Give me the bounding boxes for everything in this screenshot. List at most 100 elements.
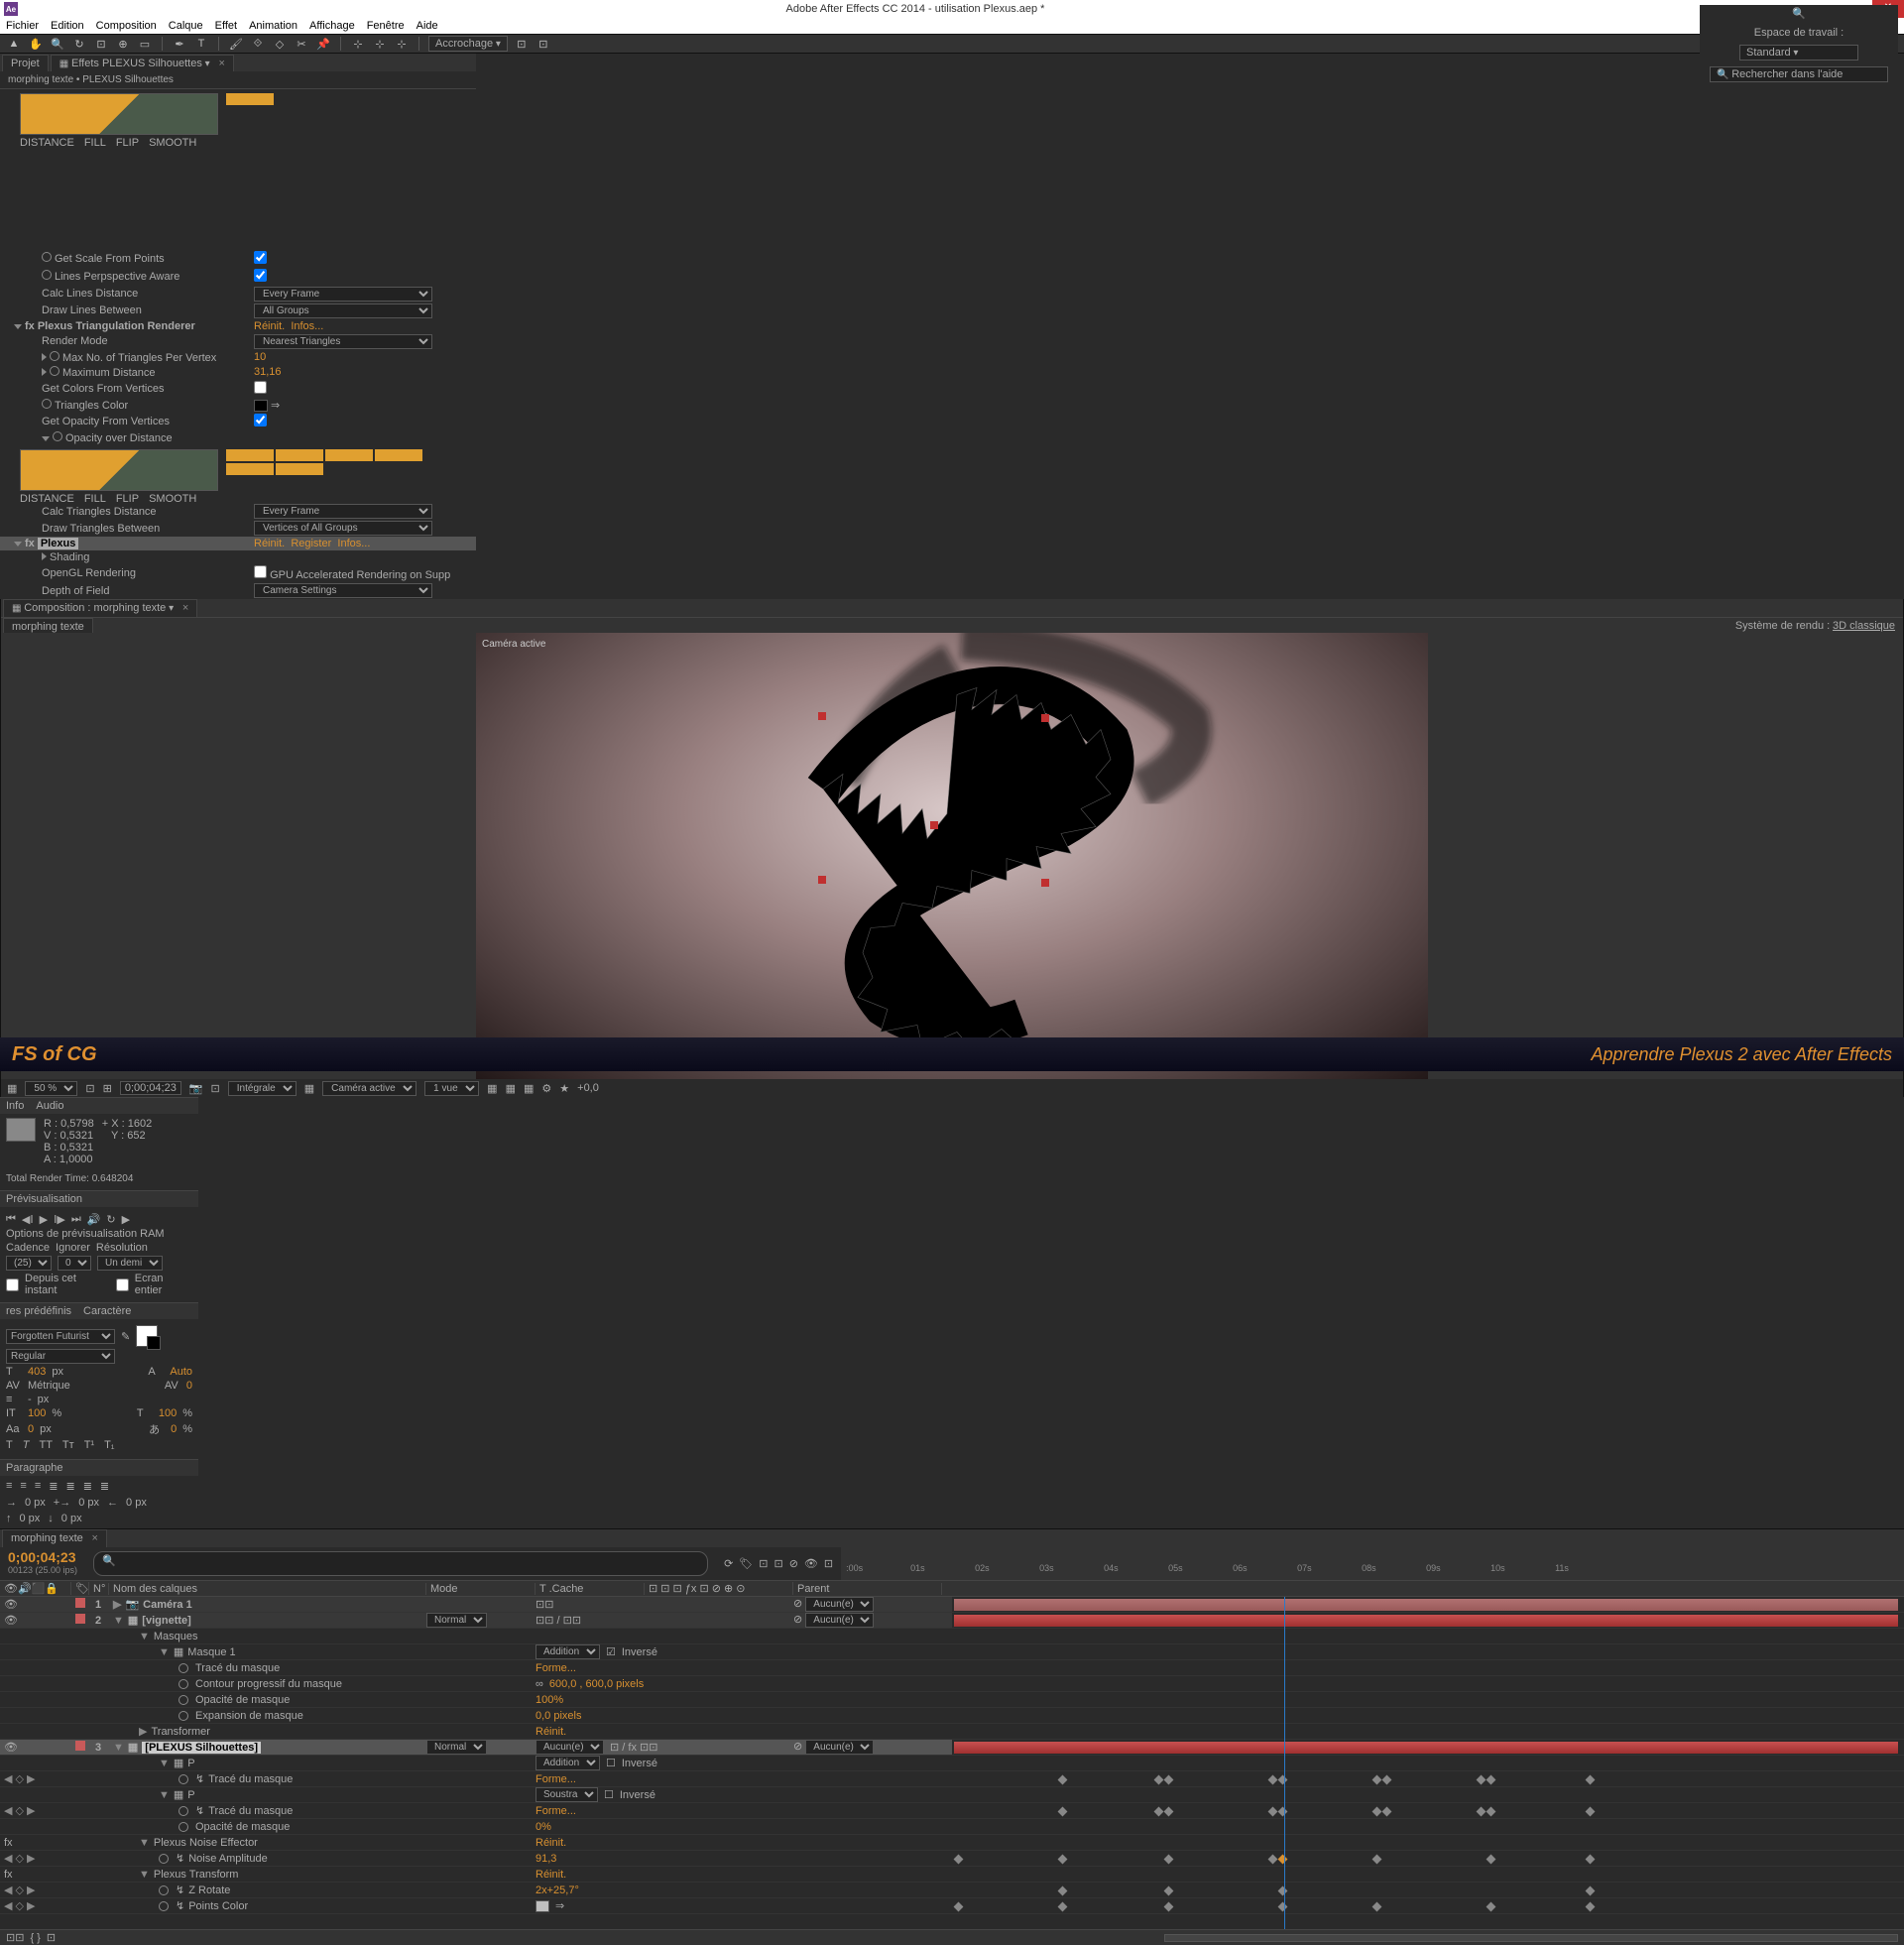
align-center-icon[interactable]: ≡ <box>20 1480 26 1493</box>
resolution-select[interactable]: Un demi <box>97 1256 163 1271</box>
toggle-icon[interactable]: ▦ <box>304 1082 314 1095</box>
toggle-icon[interactable]: ⊡ <box>47 1931 56 1944</box>
timeline-search[interactable]: 🔍 <box>93 1551 708 1576</box>
prop-noise-amp[interactable]: ◀ ◇ ▶↯ Noise Amplitude91,3 <box>0 1851 952 1867</box>
prop-render-mode[interactable]: Render Mode <box>42 335 108 347</box>
justify-left-icon[interactable]: ≣ <box>49 1480 58 1493</box>
snap-opt2-icon[interactable]: ⊡ <box>536 36 551 52</box>
prev-frame-icon[interactable]: ◀Ⅰ <box>22 1213 34 1226</box>
last-frame-icon[interactable]: ⏭ <box>71 1213 81 1226</box>
font-select[interactable]: Forgotten Futurist <box>6 1329 115 1344</box>
axis-view-icon[interactable]: ⊹ <box>394 36 410 52</box>
anchor-tool-icon[interactable]: ⊕ <box>115 36 131 52</box>
prop-opmask2[interactable]: Opacité de masque0% <box>0 1819 952 1835</box>
tl-icon[interactable]: ⊘ <box>789 1557 798 1570</box>
tl-icon[interactable]: ⊡ <box>774 1557 782 1570</box>
chk-ecran[interactable] <box>116 1278 129 1291</box>
italic-icon[interactable]: T <box>23 1439 30 1451</box>
brush-tool-icon[interactable]: 🖌 <box>228 36 244 52</box>
sel-draw-lines[interactable]: All Groups <box>254 304 432 318</box>
space-after-value[interactable]: 0 px <box>61 1513 82 1524</box>
link-reinit[interactable]: Réinit. <box>254 320 285 332</box>
sel-calc-tri[interactable]: Every Frame <box>254 504 432 519</box>
fill-stroke-swatch[interactable] <box>136 1325 158 1347</box>
cadence-select[interactable]: (25) <box>6 1256 52 1271</box>
font-size-value[interactable]: 403 <box>28 1366 46 1378</box>
next-frame-icon[interactable]: Ⅰ▶ <box>54 1213 65 1226</box>
tl-icon[interactable]: ⊡ <box>759 1557 768 1570</box>
menu-affichage[interactable]: Affichage <box>309 20 355 32</box>
search-help-icon[interactable]: 🔍 <box>1791 5 1807 21</box>
vopt-icon[interactable]: ★ <box>559 1082 569 1095</box>
tab-composition[interactable]: ▦ Composition : morphing texte ▾ × <box>3 599 197 617</box>
menu-fenetre[interactable]: Fenêtre <box>367 20 405 32</box>
play-icon[interactable]: ▶ <box>40 1213 48 1226</box>
channel-icon[interactable]: ⊡ <box>211 1082 220 1095</box>
ignore-select[interactable]: 0 <box>58 1256 91 1271</box>
menu-aide[interactable]: Aide <box>416 20 438 32</box>
prop-points-color[interactable]: ◀ ◇ ▶↯ Points Color ⇒ <box>0 1898 952 1914</box>
prop-get-opacity[interactable]: Get Opacity From Vertices <box>42 416 170 427</box>
ram-preview-icon[interactable]: ▶ <box>122 1213 130 1226</box>
prop-tri-color[interactable]: Triangles Color <box>55 400 128 412</box>
vscale-value[interactable]: 100 <box>28 1407 46 1419</box>
composition-viewer[interactable]: Caméra active <box>1 633 1903 1079</box>
hscale-value[interactable]: 100 <box>159 1407 177 1419</box>
prop-masque1[interactable]: ▼▦ Masque 1Addition ☑ Inversé <box>0 1644 952 1660</box>
tab-effets[interactable]: ▦ Effets PLEXUS Silhouettes ▾ × <box>51 55 234 71</box>
graph-presets-2[interactable] <box>226 449 456 499</box>
hand-tool-icon[interactable]: ✋ <box>28 36 44 52</box>
opacity-graph[interactable] <box>20 93 218 135</box>
prop-draw-tri[interactable]: Draw Triangles Between <box>42 523 160 535</box>
chk-gpu[interactable] <box>254 565 267 578</box>
layer-plexus[interactable]: 👁3▼▦ [PLEXUS Silhouettes]NormalAucun(e) … <box>0 1740 952 1756</box>
workspace-dropdown[interactable]: Standard ▾ <box>1739 45 1858 61</box>
axis-local-icon[interactable]: ⊹ <box>350 36 366 52</box>
kerning-value[interactable]: Métrique <box>28 1380 70 1392</box>
snapshot-icon[interactable]: 📷 <box>189 1082 203 1095</box>
tl-icon[interactable]: ⟳ <box>724 1557 733 1570</box>
indent-first-value[interactable]: 0 px <box>78 1497 99 1509</box>
prop-trace[interactable]: Tracé du masqueForme... <box>0 1660 952 1676</box>
chk-get-opacity[interactable] <box>254 414 267 426</box>
puppet-tool-icon[interactable]: 📌 <box>315 36 331 52</box>
toggle-switches-icon[interactable]: ⊡⊡ <box>6 1931 24 1944</box>
tab-audio[interactable]: Audio <box>36 1100 63 1112</box>
chk-depuis[interactable] <box>6 1278 19 1291</box>
zoom-select[interactable]: 50 % <box>25 1081 77 1096</box>
prop-contour[interactable]: Contour progressif du masque∞ 600,0 , 60… <box>0 1676 952 1692</box>
anchor-point[interactable] <box>1041 879 1049 887</box>
loop-icon[interactable]: ↻ <box>106 1213 115 1226</box>
chk-get-colors[interactable] <box>254 381 267 394</box>
tab-projet[interactable]: Projet <box>2 55 49 71</box>
prop-mask-p1[interactable]: ▼▦ PAddition ☐ Inversé <box>0 1756 952 1771</box>
menu-calque[interactable]: Calque <box>169 20 203 32</box>
exposure-value[interactable]: +0,0 <box>577 1082 599 1094</box>
help-search-input[interactable]: 🔍 Rechercher dans l'aide <box>1710 66 1888 82</box>
tab-character[interactable]: Caractère <box>83 1305 131 1317</box>
snap-opt1-icon[interactable]: ⊡ <box>514 36 530 52</box>
link-register[interactable]: Register <box>291 538 331 549</box>
bold-icon[interactable]: T <box>6 1439 13 1451</box>
layer-vignette[interactable]: 👁2▼▦ [vignette]Normal⊡⊡ / ⊡⊡⊘ Aucun(e) <box>0 1613 952 1629</box>
prop-opmask[interactable]: Opacité de masque100% <box>0 1692 952 1708</box>
font-style-select[interactable]: Regular <box>6 1349 115 1364</box>
pen-tool-icon[interactable]: ✒ <box>172 36 187 52</box>
text-tool-icon[interactable]: T <box>193 36 209 52</box>
graph-presets[interactable] <box>226 93 276 143</box>
snap-dropdown[interactable]: Accrochage ▾ <box>428 36 508 52</box>
brace-icon[interactable]: { } <box>30 1932 40 1944</box>
prop-lines-persp[interactable]: Lines Perpspective Aware <box>55 271 179 283</box>
prop-calc-lines[interactable]: Calc Lines Distance <box>42 288 138 300</box>
eyedropper-icon[interactable]: ✎ <box>121 1330 130 1343</box>
timeline-tracks[interactable] <box>952 1597 1904 1929</box>
view-select[interactable]: Caméra active <box>322 1081 416 1096</box>
layer-camera[interactable]: 👁1▶📷 Caméra 1⊡⊡⊘ Aucun(e) <box>0 1597 952 1613</box>
menu-fichier[interactable]: Fichier <box>6 20 39 32</box>
prop-zrotate[interactable]: ◀ ◇ ▶↯ Z Rotate2x+25,7° <box>0 1883 952 1898</box>
justify-center-icon[interactable]: ≣ <box>65 1480 74 1493</box>
zoom-slider[interactable] <box>1164 1934 1898 1942</box>
anchor-point[interactable] <box>930 821 938 829</box>
tl-icon[interactable]: 🏷 <box>739 1557 753 1570</box>
prop-plexus-transform[interactable]: fx▼Plexus TransformRéinit. <box>0 1867 952 1883</box>
